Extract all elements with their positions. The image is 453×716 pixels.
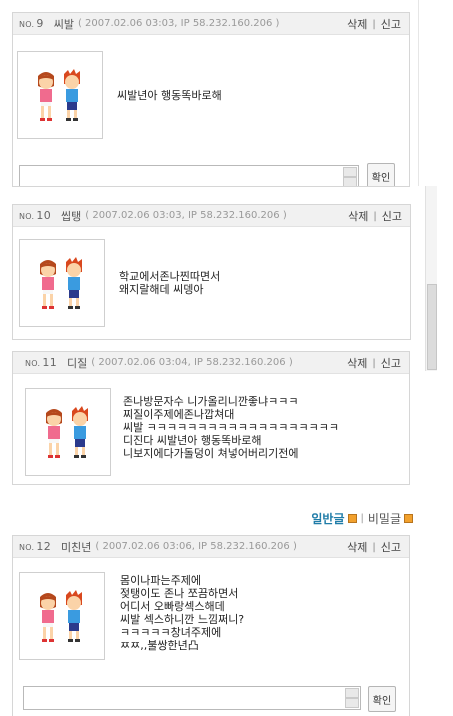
scroll-down-icon[interactable] [345,698,359,708]
post-actions: 삭제 | 신고 [348,208,402,224]
post-message: 몸이나파는주제에 젖탱이도 존나 쪼끔하면서 어디서 오빠랑섹스해데 씨발 섹스… [120,574,245,652]
avatar [19,572,105,660]
reply-textarea[interactable] [19,165,359,186]
post-number: NO. 11 [25,356,58,369]
delete-link[interactable]: 삭제 [347,539,367,555]
post-number: NO. 9 [19,17,44,30]
post-message: 학교에서존나찐따면서 왜지랄해데 씨뎅아 [119,270,221,296]
avatar [19,239,105,327]
post-meta: ( 2007.02.06 03:04, IP 58.232.160.206 ) [91,357,293,368]
guestbook-post-11: NO. 11 디질 ( 2007.02.06 03:04, IP 58.232.1… [12,351,410,485]
confirm-button[interactable]: 확인 [368,686,396,712]
scroll-up-icon[interactable] [343,167,357,177]
post-actions: 삭제 | 신고 [347,355,401,371]
general-post-link[interactable]: 일반글 [311,510,344,527]
confirm-button[interactable]: 확인 [367,163,395,186]
post-actions: 삭제 | 신고 [347,539,401,555]
scroll-up-icon[interactable] [345,688,359,698]
secret-post-link[interactable]: 비밀글 [368,510,401,527]
avatar [17,51,103,139]
couple-avatar-icon [46,406,88,458]
post-meta: ( 2007.02.06 03:06, IP 58.232.160.206 ) [95,541,297,552]
guestbook-post-10: NO. 10 씹탱 ( 2007.02.06 03:03, IP 58.232.1… [12,204,411,340]
couple-avatar-icon [40,257,82,309]
guestbook-post-12: NO. 12 미친년 ( 2007.02.06 03:06, IP 58.232.… [12,535,410,716]
post-message: 씨발년아 행동똑바로해 [117,89,222,102]
post-meta: ( 2007.02.06 03:03, IP 58.232.160.206 ) [85,210,287,221]
post-header: NO. 11 디질 ( 2007.02.06 03:04, IP 58.232.1… [13,352,409,374]
reply-textarea[interactable] [23,686,361,710]
post-author: 디질 [67,356,88,370]
post-number: NO. 10 [19,209,52,222]
scroll-down-icon[interactable] [343,177,357,186]
report-link[interactable]: 신고 [381,539,401,555]
scrollbar-thumb[interactable] [427,284,437,370]
post-header: NO. 10 씹탱 ( 2007.02.06 03:03, IP 58.232.1… [13,205,410,227]
post-author: 씨발 [53,17,74,31]
delete-link[interactable]: 삭제 [347,16,367,32]
couple-avatar-icon [40,590,82,642]
write-type-selector: 일반글 | 비밀글 [311,510,413,527]
post-message: 존나방문자수 니가올리니깐좋냐ㅋㅋㅋ 찌질이주제에존나깝쳐대 씨발 ㅋㅋㅋㅋㅋㅋ… [123,395,340,460]
orange-square-icon [347,514,357,523]
delete-link[interactable]: 삭제 [347,355,367,371]
post-author: 미친년 [61,540,92,554]
couple-avatar-icon [38,69,80,121]
report-link[interactable]: 신고 [381,355,401,371]
post-header: NO. 9 씨발 ( 2007.02.06 03:03, IP 58.232.16… [13,13,409,35]
delete-link[interactable]: 삭제 [348,208,368,224]
post-author: 씹탱 [61,209,82,223]
post-header: NO. 12 미친년 ( 2007.02.06 03:06, IP 58.232.… [13,536,409,558]
report-link[interactable]: 신고 [382,208,402,224]
post-actions: 삭제 | 신고 [347,16,401,32]
avatar [25,388,111,476]
guestbook-post-9: NO. 9 씨발 ( 2007.02.06 03:03, IP 58.232.16… [12,12,410,187]
page-scrollbar[interactable] [425,186,437,371]
report-link[interactable]: 신고 [381,16,401,32]
post-number: NO. 12 [19,540,52,553]
post-meta: ( 2007.02.06 03:03, IP 58.232.160.206 ) [77,18,280,29]
page-divider [418,0,419,186]
orange-square-icon [404,514,413,523]
